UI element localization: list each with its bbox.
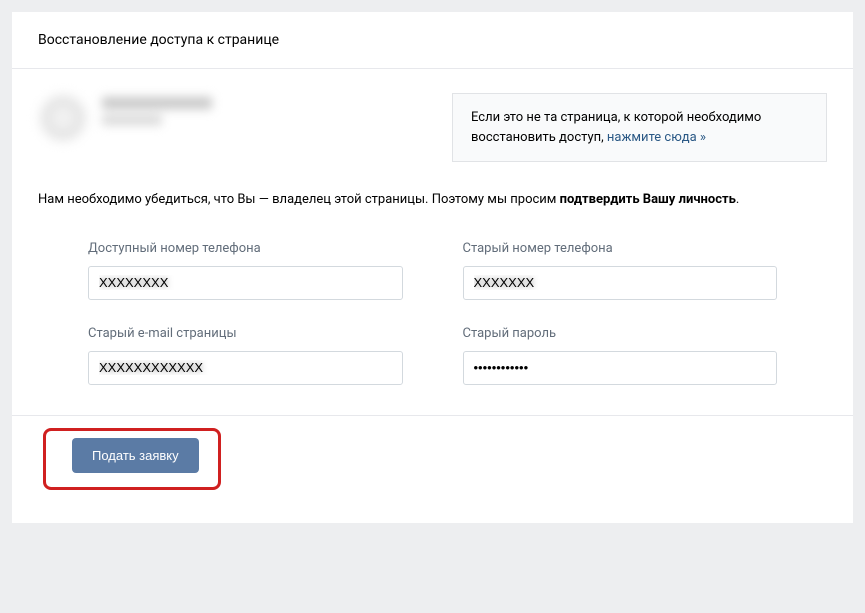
old-phone-field: Старый номер телефона: [463, 241, 778, 300]
card-footer: Подать заявку: [38, 416, 827, 503]
old-password-field: Старый пароль: [463, 326, 778, 385]
old-phone-label: Старый номер телефона: [463, 241, 778, 256]
card-header: Восстановление доступа к странице: [12, 12, 853, 69]
old-password-label: Старый пароль: [463, 326, 778, 341]
user-info: [38, 93, 422, 143]
instruction-before: Нам необходимо убедиться, что Вы — владе…: [38, 192, 560, 207]
avatar: [38, 93, 88, 143]
instruction-bold: подтвердить Вашу личность: [560, 192, 736, 207]
form-grid: Доступный номер телефона Старый номер те…: [38, 241, 827, 415]
available-phone-field: Доступный номер телефона: [88, 241, 403, 300]
old-phone-input[interactable]: [463, 266, 778, 300]
page-title: Восстановление доступа к странице: [38, 32, 827, 48]
submit-button[interactable]: Подать заявку: [72, 438, 199, 473]
wrong-page-link[interactable]: нажмите сюда »: [607, 130, 706, 145]
wrong-page-notice: Если это не та страница, к которой необх…: [452, 93, 827, 162]
user-name-line: [102, 97, 212, 109]
user-row: Если это не та страница, к которой необх…: [38, 93, 827, 162]
old-email-field: Старый e-mail страницы: [88, 326, 403, 385]
old-email-label: Старый e-mail страницы: [88, 326, 403, 341]
available-phone-label: Доступный номер телефона: [88, 241, 403, 256]
old-email-input[interactable]: [88, 351, 403, 385]
available-phone-input[interactable]: [88, 266, 403, 300]
user-meta-line: [102, 115, 162, 125]
restore-access-card: Восстановление доступа к странице Если э…: [12, 12, 853, 523]
instruction-text: Нам необходимо убедиться, что Вы — владе…: [38, 190, 827, 211]
old-password-input[interactable]: [463, 351, 778, 385]
card-content: Если это не та страница, к которой необх…: [12, 69, 853, 523]
instruction-after: .: [736, 192, 739, 207]
user-name-block: [102, 93, 212, 125]
